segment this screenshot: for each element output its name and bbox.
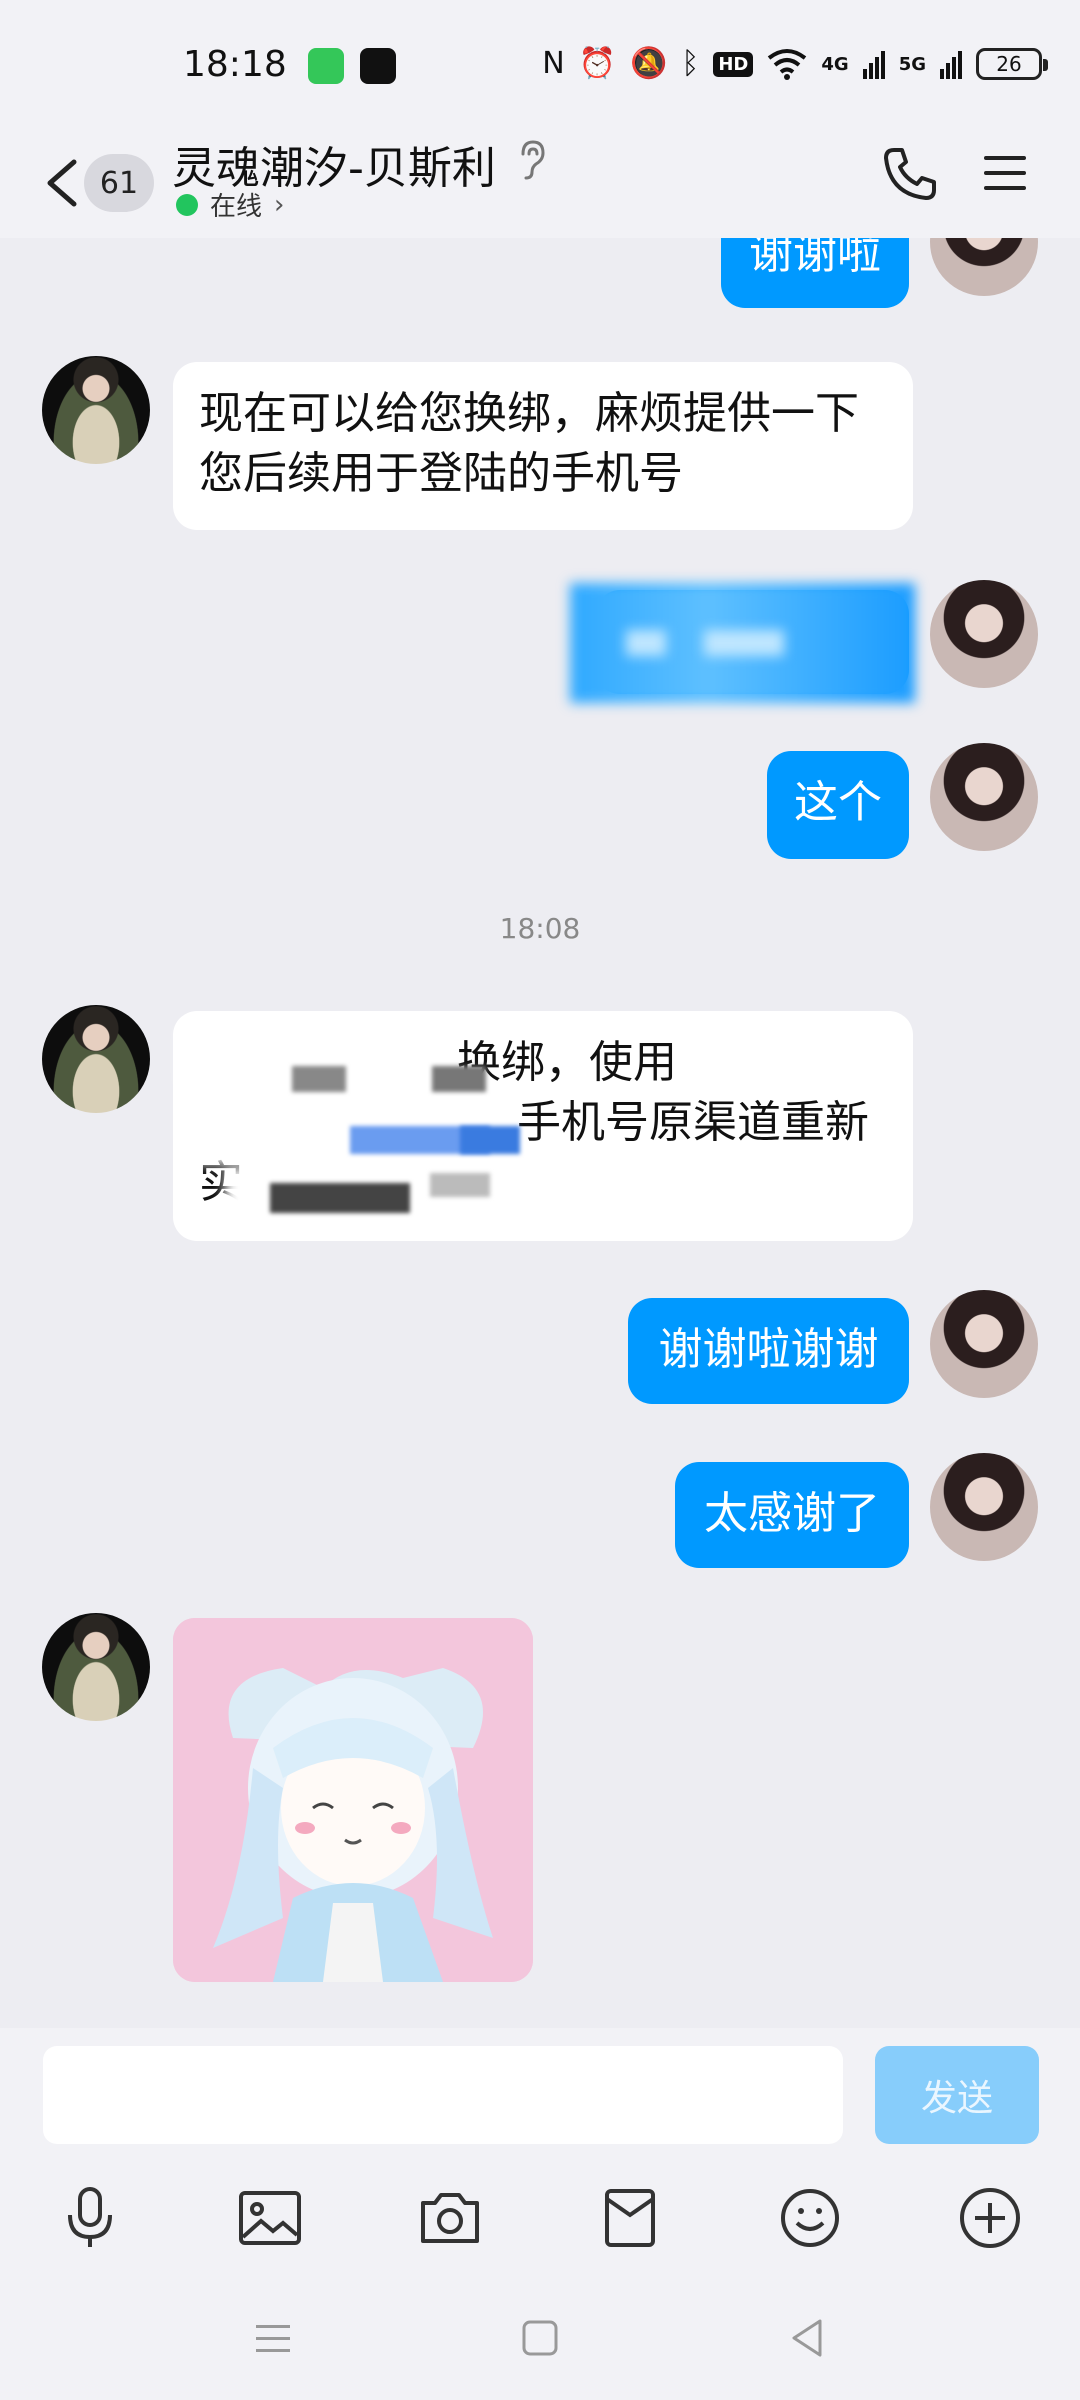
signal-4g-label: 4G [821,53,849,75]
emoji-icon[interactable] [775,2183,845,2253]
recents-icon[interactable] [248,2313,298,2363]
avatar[interactable] [930,1290,1038,1398]
redaction-blur [626,630,666,656]
chat-header: 61 灵魂潮汐-贝斯利 在线 › [0,130,1080,238]
battery-indicator: 26 [976,48,1048,80]
mute-icon: 🔕 [630,46,668,81]
wifi-icon [768,49,807,80]
status-time: 18:18 [183,44,287,85]
back-button[interactable]: 61 [32,140,162,226]
camera-icon[interactable] [415,2183,485,2253]
alarm-icon: ⏰ [578,46,616,81]
signal-5g-label: 5G [898,53,926,75]
online-status-label: 在线 [210,192,263,222]
messages-app-icon [308,48,344,84]
plus-icon[interactable] [955,2183,1025,2253]
redaction-blur [430,1173,490,1197]
input-bar: 发送 [0,2028,1080,2163]
avatar[interactable] [930,580,1038,688]
signal-icon [862,51,885,79]
redaction-blur [704,630,784,656]
status-icons: N ⏰ 🔕 ᛒ HD 4G 5G 26 [542,44,1048,84]
message-bubble-out[interactable]: 太感谢了 [675,1462,909,1568]
image-icon[interactable] [235,2183,305,2253]
back-chevron-icon [47,159,77,207]
message-bubble-out[interactable]: 谢谢啦谢谢 [628,1298,909,1404]
sticker-illustration [173,1618,533,1982]
menu-icon[interactable] [980,148,1030,198]
redaction-blur [460,1126,520,1154]
message-bubble-in[interactable]: 现在可以给您换绑，麻烦提供一下您后续用于登陆的手机号 [173,362,913,530]
avatar[interactable] [42,1613,150,1721]
message-input[interactable] [43,2046,843,2144]
avatar[interactable] [930,238,1038,296]
bluetooth-icon: ᛒ [681,46,700,81]
avatar[interactable] [930,1453,1038,1561]
status-bar: 18:18 N ⏰ 🔕 ᛒ HD 4G 5G 26 [0,0,1080,130]
red-packet-icon[interactable] [595,2183,665,2253]
unread-count-badge: 61 [84,154,154,212]
signal-icon-2 [940,51,962,79]
online-dot-icon [176,193,198,216]
ear-icon[interactable] [515,138,549,182]
chat-messages[interactable]: 谢谢啦 现在可以给您换绑，麻烦提供一下您后续用于登陆的手机号 这个 18:08 … [0,238,1080,2028]
avatar[interactable] [42,356,150,464]
hd-icon: HD [713,51,754,77]
redaction-blur [432,1066,486,1092]
message-bubble-out[interactable]: 这个 [767,751,909,859]
chevron-right-icon: › [274,189,285,220]
chat-toolbar [0,2163,1080,2273]
online-status[interactable]: 在线 › [176,186,284,223]
microphone-icon[interactable] [55,2183,125,2253]
tiktok-app-icon [360,48,396,84]
system-nav-bar [0,2273,1080,2400]
redaction-blur [270,1183,410,1213]
redaction-blur [292,1066,346,1092]
home-icon[interactable] [515,2313,565,2363]
nfc-icon: N [542,46,565,81]
phone-icon[interactable] [880,144,940,204]
avatar[interactable] [42,1005,150,1113]
back-nav-icon[interactable] [782,2313,832,2363]
send-button[interactable]: 发送 [875,2046,1039,2144]
time-divider: 18:08 [499,912,581,945]
avatar[interactable] [930,743,1038,851]
sticker-image[interactable] [173,1618,533,1982]
message-bubble-out[interactable]: 谢谢啦 [721,238,909,308]
